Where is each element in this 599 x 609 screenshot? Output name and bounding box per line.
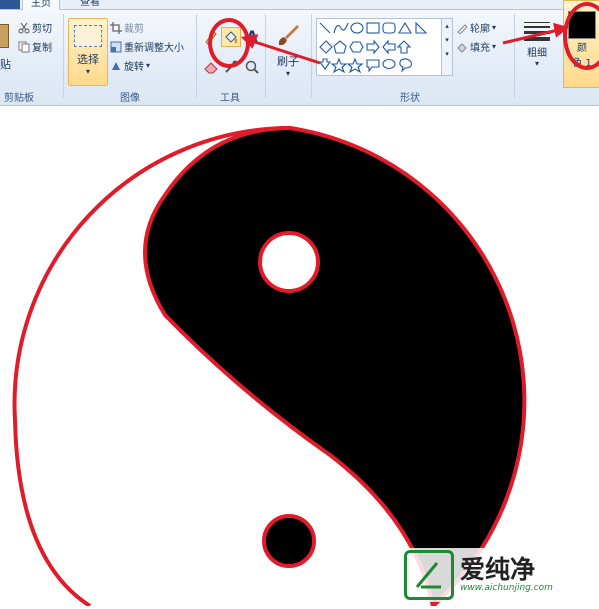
annotation-arrows xyxy=(240,22,570,65)
watermark-brand: 爱纯净 xyxy=(460,555,536,584)
watermark: 爱纯净 www.aichunjing.com xyxy=(400,548,557,602)
drawing-canvas[interactable] xyxy=(0,106,599,609)
yin-yang-drawing xyxy=(12,125,599,609)
brand-logo-icon xyxy=(404,550,454,600)
watermark-url: www.aichunjing.com xyxy=(460,583,553,593)
